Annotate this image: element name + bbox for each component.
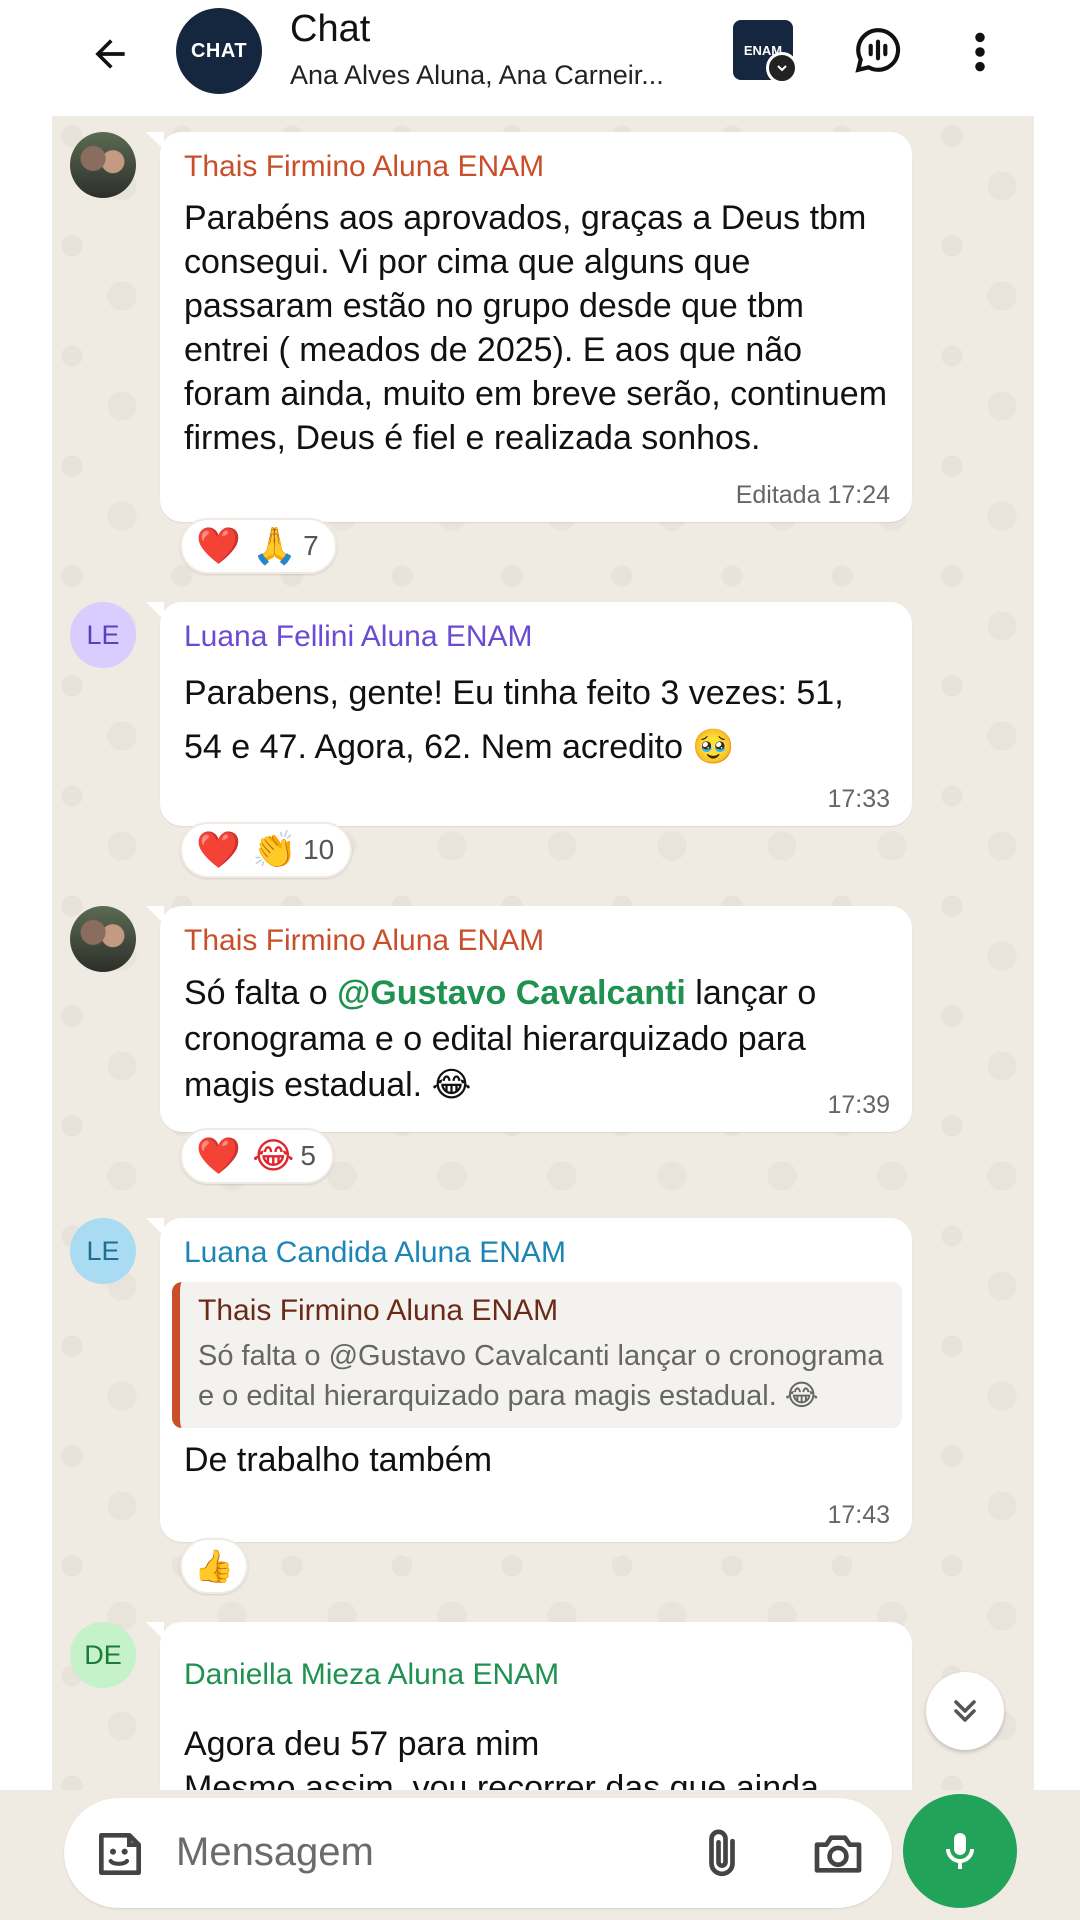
message-text: Só falta o @Gustavo Cavalcanti lançar o … [184, 970, 890, 1108]
avatar[interactable]: LE [70, 1218, 136, 1284]
message-bubble[interactable]: Luana Candida Aluna ENAM Thais Firmino A… [146, 1218, 912, 1542]
camera-icon[interactable] [808, 1826, 868, 1882]
message-bubble[interactable]: Thais Firmino Aluna ENAM Parabéns aos ap… [146, 132, 912, 522]
heart-emoji: ❤️ 🙏 [196, 526, 298, 567]
quoted-message[interactable]: Thais Firmino Aluna ENAM Só falta o @Gus… [172, 1282, 902, 1428]
quote-sender: Thais Firmino Aluna ENAM [198, 1294, 559, 1327]
message-text: Parabéns aos aprovados, graças a Deus tb… [184, 199, 888, 457]
chevron-down-icon [766, 52, 798, 84]
message-list[interactable]: Thais Firmino Aluna ENAM Parabéns aos ap… [52, 116, 1034, 1796]
back-arrow-icon [95, 39, 125, 69]
reaction-count: 5 [300, 1140, 316, 1171]
message-bubble[interactable]: Luana Fellini Aluna ENAM Parabens, gente… [146, 602, 912, 826]
reactions-pill[interactable]: ❤️ 👏 10 [180, 822, 353, 878]
message-text: Agora deu 57 para mim Mesmo assim, vou r… [184, 1725, 819, 1796]
sender-name[interactable]: Daniella Mieza Aluna ENAM [184, 1658, 890, 1692]
scroll-to-bottom-button[interactable] [926, 1672, 1004, 1750]
heart-emoji: ❤️ 😂 [196, 1136, 295, 1177]
group-avatar[interactable]: CHAT [176, 8, 262, 94]
sender-name[interactable]: Thais Firmino Aluna ENAM [184, 150, 890, 184]
thumbs-up-emoji: 👍 [194, 1547, 234, 1585]
mic-icon [946, 1833, 974, 1869]
chat-title[interactable]: Chat [290, 8, 370, 51]
message-input[interactable] [176, 1822, 656, 1882]
avatar[interactable] [70, 132, 136, 198]
message-timestamp: 17:43 [827, 1501, 890, 1529]
chat-participants[interactable]: Ana Alves Aluna, Ana Carneir... [290, 60, 710, 91]
reactions-pill[interactable]: 👍 [180, 1538, 248, 1594]
reaction-count: 10 [303, 834, 335, 865]
voice-chat-button[interactable] [850, 22, 906, 78]
reactions-pill[interactable]: ❤️ 🙏 7 [180, 518, 337, 574]
paperclip-icon[interactable] [694, 1826, 750, 1882]
more-options-button[interactable] [960, 24, 1000, 80]
back-button[interactable] [78, 22, 142, 86]
sender-name[interactable]: Thais Firmino Aluna ENAM [184, 924, 890, 958]
message-timestamp: 17:33 [827, 785, 890, 813]
heart-emoji: ❤️ 👏 [196, 830, 298, 871]
sender-name[interactable]: Luana Fellini Aluna ENAM [184, 620, 890, 654]
voice-message-button[interactable] [903, 1794, 1017, 1908]
sender-name[interactable]: Luana Candida Aluna ENAM [184, 1236, 890, 1270]
avatar[interactable]: DE [70, 1622, 136, 1688]
message-text: De trabalho também [184, 1441, 493, 1479]
message-timestamp: Editada 17:24 [735, 481, 890, 509]
avatar[interactable] [70, 906, 136, 972]
double-chevron-down-icon [954, 1700, 976, 1722]
quote-text: Só falta o @Gustavo Cavalcanti lançar o … [198, 1340, 884, 1412]
more-vert-icon [975, 32, 985, 72]
chat-header: CHAT Chat Ana Alves Aluna, Ana Carneir..… [0, 0, 1080, 116]
reactions-pill[interactable]: ❤️ 😂 5 [180, 1128, 334, 1184]
message-timestamp: 17:39 [827, 1091, 890, 1119]
message-bubble[interactable]: Thais Firmino Aluna ENAM Só falta o @Gus… [146, 906, 912, 1132]
reaction-count: 7 [303, 530, 319, 561]
avatar[interactable]: LE [70, 602, 136, 668]
mention-link[interactable]: @Gustavo Cavalcanti [337, 974, 686, 1012]
message-bubble[interactable]: Daniella Mieza Aluna ENAM Agora deu 57 p… [146, 1622, 912, 1796]
message-text-part: Só falta o [184, 974, 338, 1012]
sticker-icon[interactable] [92, 1826, 148, 1882]
voice-chat-icon [855, 28, 901, 73]
message-text: Parabens, gente! Eu tinha feito 3 vezes:… [184, 674, 844, 766]
